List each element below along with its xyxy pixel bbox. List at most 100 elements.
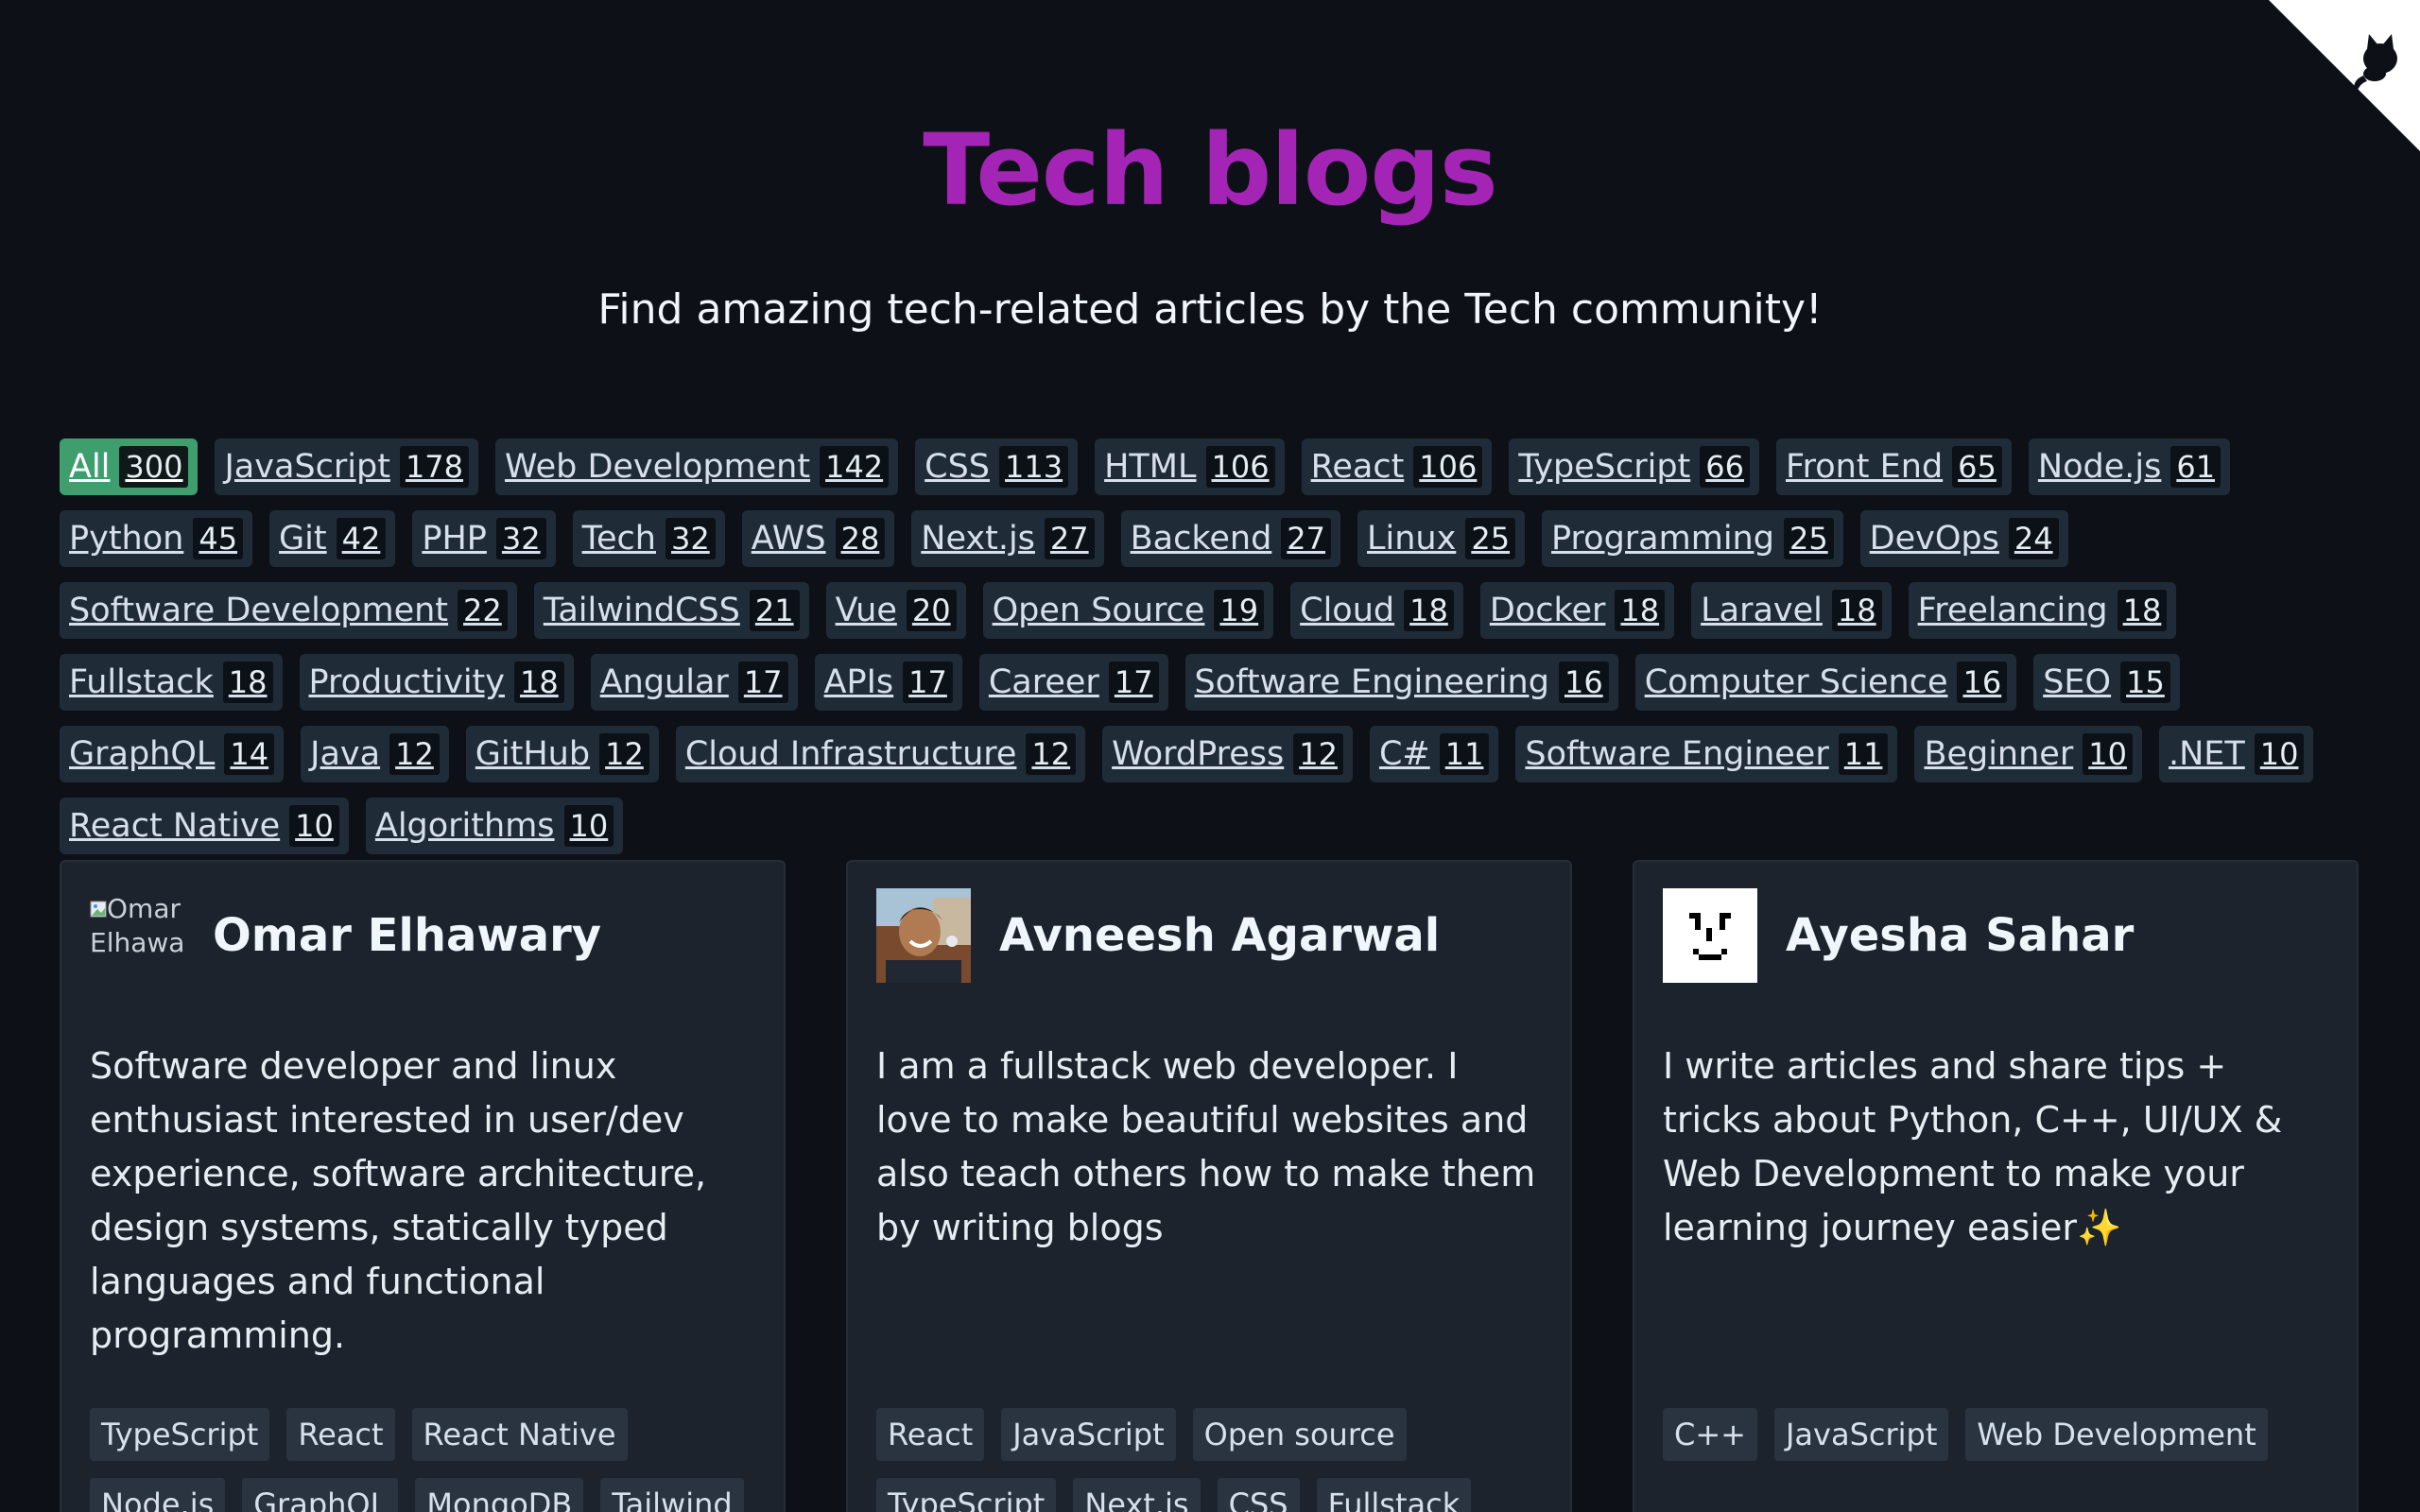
tag-label: Docker (1489, 592, 1606, 629)
tag-label: Next.js (921, 520, 1035, 558)
tag-filter-wordpress[interactable]: WordPress 12 (1102, 726, 1353, 782)
tag-filter-computer-science[interactable]: Computer Science 16 (1634, 654, 2017, 711)
tag-count-badge: 32 (495, 518, 546, 559)
tag-count-badge: 42 (336, 518, 387, 559)
tag-label: DevOps (1869, 520, 1999, 558)
tag-count-badge: 142 (820, 446, 890, 488)
tag-filter-algorithms[interactable]: Algorithms 10 (365, 798, 624, 854)
tag-filter-apis[interactable]: APIs 17 (814, 654, 962, 711)
tag-filter-software-engineer[interactable]: Software Engineer 11 (1515, 726, 1898, 782)
tag-filter-career[interactable]: Career 17 (978, 654, 1168, 711)
tag-filter-python[interactable]: Python 45 (60, 510, 253, 567)
card-tag[interactable]: TypeScript (90, 1408, 270, 1461)
tag-filter-software-engineering[interactable]: Software Engineering 16 (1184, 654, 1618, 711)
tag-filter-docker[interactable]: Docker 18 (1479, 582, 1675, 639)
card-tag[interactable]: CSS (1217, 1478, 1300, 1512)
tag-label: Node.js (2037, 448, 2162, 486)
tag-filter-vue[interactable]: Vue 20 (825, 582, 966, 639)
card-tag[interactable]: GraphQL (242, 1478, 399, 1512)
tag-filter-php[interactable]: PHP 32 (412, 510, 556, 567)
tag-filter-all[interactable]: All 300 (60, 438, 199, 495)
tag-filter-javascript[interactable]: JavaScript 178 (215, 438, 479, 495)
card-header: Omar Elhawary Omar Elhawary (90, 888, 755, 983)
tag-count-badge: 18 (1615, 590, 1666, 631)
tag-filter-angular[interactable]: Angular 17 (590, 654, 798, 711)
tag-label: Programming (1551, 520, 1774, 558)
tag-filter-fullstack[interactable]: Fullstack 18 (60, 654, 283, 711)
blog-card[interactable]: Ayesha Sahar I write articles and share t… (1633, 860, 2359, 1512)
card-tag[interactable]: MongoDB (415, 1478, 584, 1512)
tag-filter-programming[interactable]: Programming 25 (1542, 510, 1843, 567)
tag-filter-freelancing[interactable]: Freelancing 18 (1908, 582, 2177, 639)
tag-count-badge: 300 (119, 446, 189, 488)
tag-filter-graphql[interactable]: GraphQL 14 (60, 726, 285, 782)
author-name[interactable]: Avneesh Agarwal (999, 909, 1440, 962)
tag-count-badge: 20 (906, 590, 957, 631)
tag-filter-backend[interactable]: Backend 27 (1120, 510, 1341, 567)
card-tag[interactable]: React (286, 1408, 395, 1461)
tag-count-badge: 12 (1293, 733, 1343, 775)
tag-filter-tailwindcss[interactable]: TailwindCSS 21 (533, 582, 809, 639)
tag-filter-react[interactable]: React 106 (1301, 438, 1493, 495)
card-tag[interactable]: Web Development (1965, 1408, 2268, 1461)
tag-filter-beginner[interactable]: Beginner 10 (1914, 726, 2142, 782)
blog-card[interactable]: Avneesh Agarwal I am a fullstack web deve… (846, 860, 1572, 1512)
card-tag[interactable]: Fullstack (1316, 1478, 1472, 1512)
blog-card[interactable]: Omar Elhawary Omar Elhawary Software devel… (60, 860, 786, 1512)
avatar (1663, 888, 1757, 983)
tag-filter-open-source[interactable]: Open Source 19 (982, 582, 1274, 639)
tag-label: All (69, 448, 111, 486)
card-tag[interactable]: React Native (411, 1408, 628, 1461)
author-name[interactable]: Omar Elhawary (213, 909, 601, 962)
tag-filter-software-development[interactable]: Software Development 22 (60, 582, 517, 639)
tag-filter-node-js[interactable]: Node.js 61 (2028, 438, 2231, 495)
card-tag[interactable]: C++ (1663, 1408, 1757, 1461)
tag-label: React Native (69, 807, 281, 845)
tag-filter-seo[interactable]: SEO 15 (2033, 654, 2180, 711)
tag-filter-web-development[interactable]: Web Development 142 (495, 438, 899, 495)
tag-label: Software Engineering (1194, 663, 1549, 701)
github-octocat-icon (2269, 0, 2420, 151)
card-tag[interactable]: React (876, 1408, 985, 1461)
tag-filter-cloud[interactable]: Cloud 18 (1290, 582, 1463, 639)
tag-filter-react-native[interactable]: React Native 10 (60, 798, 349, 854)
tag-count-badge: 18 (222, 662, 273, 703)
tag-filter-productivity[interactable]: Productivity 18 (299, 654, 574, 711)
tag-filter-java[interactable]: Java 12 (301, 726, 449, 782)
card-header: Avneesh Agarwal (876, 888, 1542, 983)
tag-filter-next-js[interactable]: Next.js 27 (911, 510, 1104, 567)
tag-filter-typescript[interactable]: TypeScript 66 (1509, 438, 1759, 495)
page-header: Tech blogs Find amazing tech-related art… (0, 0, 2420, 334)
tag-filter-devops[interactable]: DevOps 24 (1859, 510, 2068, 567)
tag-filter-tech[interactable]: Tech 32 (572, 510, 725, 567)
tag-label: TypeScript (1518, 448, 1691, 486)
tag-filter-laravel[interactable]: Laravel 18 (1691, 582, 1892, 639)
github-corner-link[interactable] (2269, 0, 2420, 151)
tag-label: React (1310, 448, 1405, 486)
tag-count-badge: 106 (1413, 446, 1483, 488)
card-tag[interactable]: Tailwind (600, 1478, 744, 1512)
avatar: Omar Elhawary (90, 888, 184, 983)
card-tag[interactable]: TypeScript (876, 1478, 1057, 1512)
tag-filter-github[interactable]: GitHub 12 (465, 726, 659, 782)
tag-filter-html[interactable]: HTML 106 (1095, 438, 1285, 495)
tag-count-badge: 18 (1404, 590, 1454, 631)
tag-count-badge: 28 (835, 518, 886, 559)
author-name[interactable]: Ayesha Sahar (1786, 909, 2134, 962)
tag-filter-aws[interactable]: AWS 28 (741, 510, 895, 567)
tag-filter-c[interactable]: C# 11 (1369, 726, 1499, 782)
tag-filter-net[interactable]: .NET 10 (2158, 726, 2314, 782)
card-tag[interactable]: Open source (1192, 1408, 1407, 1461)
tag-filter-css[interactable]: CSS 113 (915, 438, 1079, 495)
card-tag[interactable]: JavaScript (1773, 1408, 1949, 1461)
tag-filter-git[interactable]: Git 42 (269, 510, 396, 567)
card-tag[interactable]: Next.js (1073, 1478, 1201, 1512)
tag-filter-front-end[interactable]: Front End 65 (1776, 438, 2012, 495)
tag-filter-cloud-infrastructure[interactable]: Cloud Infrastructure 12 (675, 726, 1086, 782)
card-tag[interactable]: JavaScript (1001, 1408, 1176, 1461)
tag-label: Productivity (308, 663, 506, 701)
card-tag[interactable]: Node.js (90, 1478, 226, 1512)
page-subtitle: Find amazing tech-related articles by th… (597, 285, 1823, 334)
tag-filter-linux[interactable]: Linux 25 (1357, 510, 1526, 567)
tag-count-badge: 27 (1281, 518, 1332, 559)
